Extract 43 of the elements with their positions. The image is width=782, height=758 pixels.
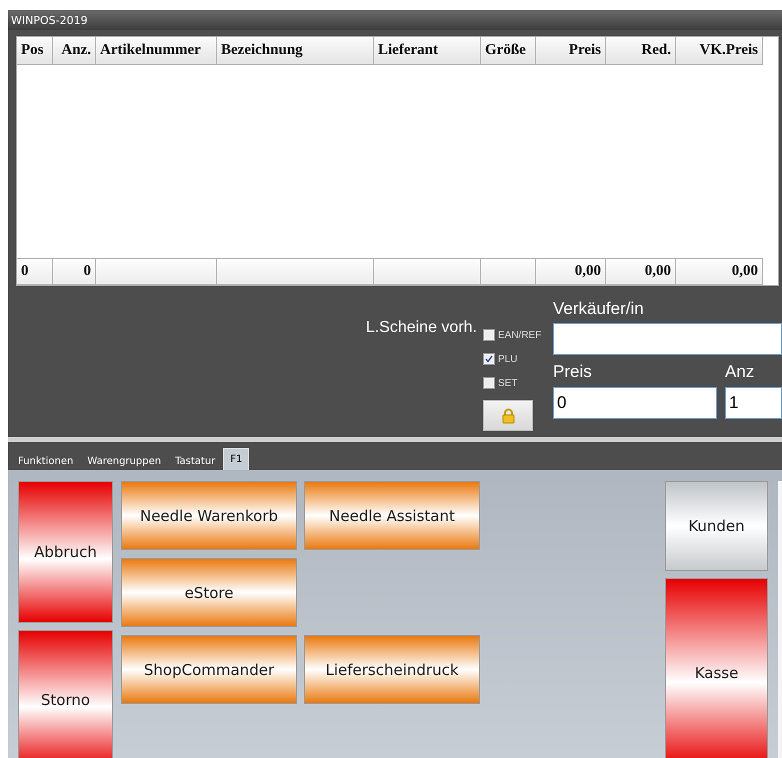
field-label: Preis xyxy=(553,362,593,382)
price-field[interactable]: 0 xyxy=(553,387,717,419)
action-button[interactable]: Kasse xyxy=(665,578,768,758)
total-cell: 0,00 xyxy=(536,258,606,285)
column-header[interactable]: Lieferant xyxy=(374,37,481,65)
column-header[interactable]: VK.Preis xyxy=(676,37,763,65)
checkbox[interactable] xyxy=(483,353,495,365)
tab[interactable]: Tastatur xyxy=(169,452,222,470)
action-button[interactable]: Storno xyxy=(18,630,113,758)
tab[interactable]: Funktionen xyxy=(12,452,80,470)
column-header[interactable]: Größe xyxy=(481,37,536,65)
field-label: Verkäufer/in xyxy=(553,299,645,319)
window-title: WINPOS-2019 xyxy=(11,14,88,26)
column-header[interactable]: Pos xyxy=(17,37,53,65)
total-cell: 0 xyxy=(17,258,53,285)
column-header[interactable]: Anz. xyxy=(53,37,96,65)
tab[interactable]: Warengruppen xyxy=(81,452,168,470)
total-cell: 0,00 xyxy=(676,258,763,285)
field-label: Anz xyxy=(725,362,756,382)
quantity-field[interactable]: 1 xyxy=(725,387,782,419)
column-header[interactable]: Preis xyxy=(536,37,606,65)
total-cell: 0,00 xyxy=(606,258,676,285)
column-header[interactable]: Bezeichnung xyxy=(217,37,374,65)
delivery-note-label: L.Scheine vorh. xyxy=(366,319,477,337)
action-button[interactable]: Kunden xyxy=(665,481,768,571)
checkbox[interactable] xyxy=(483,377,495,389)
lock-button[interactable] xyxy=(483,400,533,431)
checkbox[interactable] xyxy=(483,329,495,341)
checkbox-label: EAN/REF xyxy=(498,330,542,340)
function-button[interactable]: Needle Warenkorb xyxy=(121,481,297,550)
function-button[interactable]: eStore xyxy=(121,558,297,627)
seller-field[interactable] xyxy=(553,323,782,355)
total-cell: 0 xyxy=(53,258,96,285)
column-header[interactable]: Artikelnummer xyxy=(96,37,217,65)
function-button[interactable]: Needle Assistant xyxy=(304,481,480,550)
function-button[interactable]: Lieferscheindruck xyxy=(304,635,480,704)
column-header[interactable]: Red. xyxy=(606,37,676,65)
checkbox-label: SET xyxy=(498,378,518,388)
checkbox-label: PLU xyxy=(498,354,518,364)
function-button[interactable]: ShopCommander xyxy=(121,635,297,704)
lock-icon xyxy=(502,408,514,424)
action-button[interactable]: Abbruch xyxy=(18,481,113,623)
tab[interactable]: F1 xyxy=(223,448,250,470)
